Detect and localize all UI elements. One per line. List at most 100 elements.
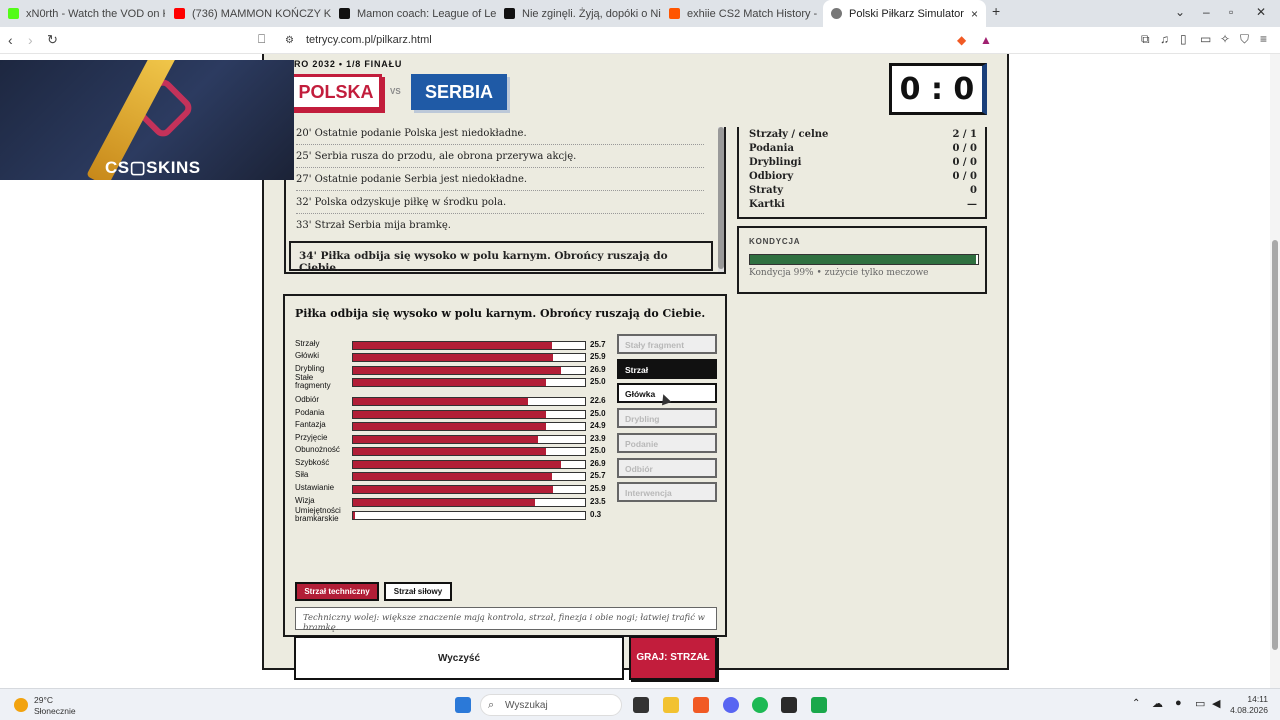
- action-choice-button[interactable]: Stały fragment: [617, 334, 717, 354]
- tiktok-icon: [339, 8, 350, 19]
- attribute-value: 26.9: [590, 459, 606, 468]
- weather-text: Słonecznie: [34, 706, 76, 716]
- technical-shot-button[interactable]: Strzał techniczny: [295, 582, 379, 601]
- scroll-thumb[interactable]: [718, 127, 724, 269]
- stat-label: Odbiory: [749, 171, 794, 182]
- attribute-row: Odbiór 22.6: [295, 396, 615, 408]
- close-tab-icon[interactable]: ×: [971, 7, 978, 21]
- stat-value: 0 / 0: [952, 157, 977, 168]
- terminal-icon[interactable]: [781, 697, 797, 713]
- attribute-row: Umiejętności bramkarskie 0.3: [295, 507, 615, 523]
- mic-icon[interactable]: ●: [1175, 697, 1182, 709]
- attribute-bar: [352, 435, 586, 444]
- attribute-value: 23.9: [590, 434, 606, 443]
- discord-icon[interactable]: [723, 697, 739, 713]
- action-choice-button[interactable]: Drybling: [617, 408, 717, 429]
- stat-label: Kartki: [749, 199, 785, 210]
- weather-widget[interactable]: 29°C Słonecznie: [34, 695, 76, 717]
- volume-icon[interactable]: ◀: [1212, 697, 1220, 710]
- minimize-icon[interactable]: –: [1203, 5, 1210, 19]
- attribute-row: Strzały 25.7: [295, 340, 615, 352]
- team-home: POLSKA: [290, 74, 382, 110]
- attribute-value: 25.0: [590, 377, 606, 386]
- spotify-icon[interactable]: [752, 697, 768, 713]
- brave-shield-icon[interactable]: ◆: [957, 33, 966, 47]
- skins-ad-overlay[interactable]: CS▢SKINS: [0, 60, 294, 180]
- tab-kick[interactable]: xN0rth - Watch the VOD on Kick: [0, 0, 165, 27]
- taskbar: 29°C Słonecznie ⌕ Wyszukaj ⌃ ☁ ● ▭ ◀ 14:11…: [0, 688, 1280, 720]
- action-choice-button[interactable]: Interwencja: [617, 482, 717, 503]
- attribute-fill: [353, 423, 546, 430]
- close-window-icon[interactable]: ✕: [1256, 5, 1266, 19]
- attribute-row: Fantazja 24.9: [295, 421, 615, 433]
- menu-icon[interactable]: ≡: [1260, 32, 1267, 46]
- tab-pilkarz[interactable]: Polski Piłkarz Simulator ×: [823, 0, 986, 27]
- wallet-icon[interactable]: ▭: [1200, 32, 1211, 46]
- power-shot-button[interactable]: Strzał siłowy: [384, 582, 452, 601]
- brave-rewards-icon[interactable]: ▲: [980, 33, 992, 47]
- leo-icon[interactable]: ✧: [1220, 32, 1230, 46]
- clear-button[interactable]: Wyczyść: [294, 636, 624, 680]
- attribute-fill: [353, 354, 554, 361]
- display-icon[interactable]: ▭: [1195, 697, 1205, 710]
- weather-temp: 29°C: [34, 695, 53, 705]
- action-choice-button[interactable]: Strzał: [617, 358, 717, 379]
- tab-tiktok-2[interactable]: Nie zginęli. Żyją, dopóki o Nich pam: [496, 0, 661, 27]
- file-explorer-icon[interactable]: [663, 697, 679, 713]
- attribute-value: 25.7: [590, 340, 606, 349]
- tab-title: Polski Piłkarz Simulator: [849, 7, 964, 20]
- bookmark-icon[interactable]: ⎕: [258, 32, 265, 47]
- tab-tiktok-1[interactable]: Mamon coach: League of Legends ch: [331, 0, 496, 27]
- site-info-icon[interactable]: ⚙: [285, 35, 294, 46]
- attribute-value: 24.9: [590, 421, 606, 430]
- media-icon[interactable]: ♫: [1160, 32, 1169, 46]
- attribute-value: 25.7: [590, 471, 606, 480]
- attribute-value: 26.9: [590, 365, 606, 374]
- attribute-fill: [353, 512, 356, 519]
- url-field[interactable]: tetrycy.com.pl/pilkarz.html: [306, 34, 432, 46]
- attribute-value: 25.0: [590, 446, 606, 455]
- maximize-icon[interactable]: ▫: [1229, 5, 1233, 19]
- tab-title: xN0rth - Watch the VOD on Kick: [26, 7, 165, 20]
- faceit-icon: [669, 8, 680, 19]
- attribute-bar: [352, 378, 586, 387]
- attribute-value: 0.3: [590, 510, 602, 519]
- stat-label: Straty: [749, 185, 784, 196]
- taskbar-search[interactable]: ⌕ Wyszukaj: [480, 694, 622, 716]
- attribute-value: 25.9: [590, 352, 606, 361]
- attribute-name: Strzały: [295, 339, 320, 348]
- task-view-icon[interactable]: [633, 697, 649, 713]
- tab-youtube[interactable]: (736) MAMMON KOŃCZY KARIERĘ?: [166, 0, 331, 27]
- reload-icon[interactable]: ↻: [47, 32, 58, 48]
- tab-title: exhiie CS2 Match History - FACEIT.co: [687, 7, 821, 20]
- attribute-bar: [352, 447, 586, 456]
- app-icon[interactable]: [811, 697, 827, 713]
- attribute-fill: [353, 461, 562, 468]
- stat-label: Dryblingi: [749, 157, 802, 168]
- page-scrollbar[interactable]: [1270, 54, 1280, 688]
- action-choice-button[interactable]: Podanie: [617, 432, 717, 453]
- vpn-icon[interactable]: ⛉: [1240, 32, 1249, 47]
- team-away: SERBIA: [411, 74, 507, 110]
- brave-icon[interactable]: [693, 697, 709, 713]
- clock[interactable]: 14:11 4.08.2026: [1228, 694, 1268, 716]
- play-button[interactable]: GRAJ: STRZAŁ: [629, 636, 717, 680]
- attribute-bar: [352, 485, 586, 494]
- back-icon[interactable]: ‹: [8, 32, 13, 48]
- extensions-icon[interactable]: ⧉: [1141, 32, 1150, 47]
- sidebar-icon[interactable]: ▯: [1180, 32, 1187, 46]
- log-scrollbar[interactable]: [718, 127, 724, 272]
- forward-icon[interactable]: ›: [28, 32, 33, 48]
- scroll-thumb[interactable]: [1272, 240, 1278, 650]
- start-icon[interactable]: [455, 697, 471, 713]
- cloud-icon[interactable]: ☁: [1152, 697, 1163, 710]
- clock-date: 4.08.2026: [1230, 705, 1268, 715]
- new-tab-button[interactable]: +: [992, 3, 1000, 19]
- search-icon: ⌕: [488, 699, 495, 711]
- action-choice-button[interactable]: Odbiór: [617, 457, 717, 478]
- tab-faceit[interactable]: exhiie CS2 Match History - FACEIT.co: [661, 0, 821, 27]
- chevron-up-icon[interactable]: ⌃: [1132, 698, 1140, 709]
- chevron-down-icon[interactable]: ⌄: [1175, 5, 1185, 19]
- ad-logo: CS▢SKINS: [105, 158, 201, 177]
- condition-note: Kondycja 99% • zużycie tylko meczowe: [749, 268, 929, 278]
